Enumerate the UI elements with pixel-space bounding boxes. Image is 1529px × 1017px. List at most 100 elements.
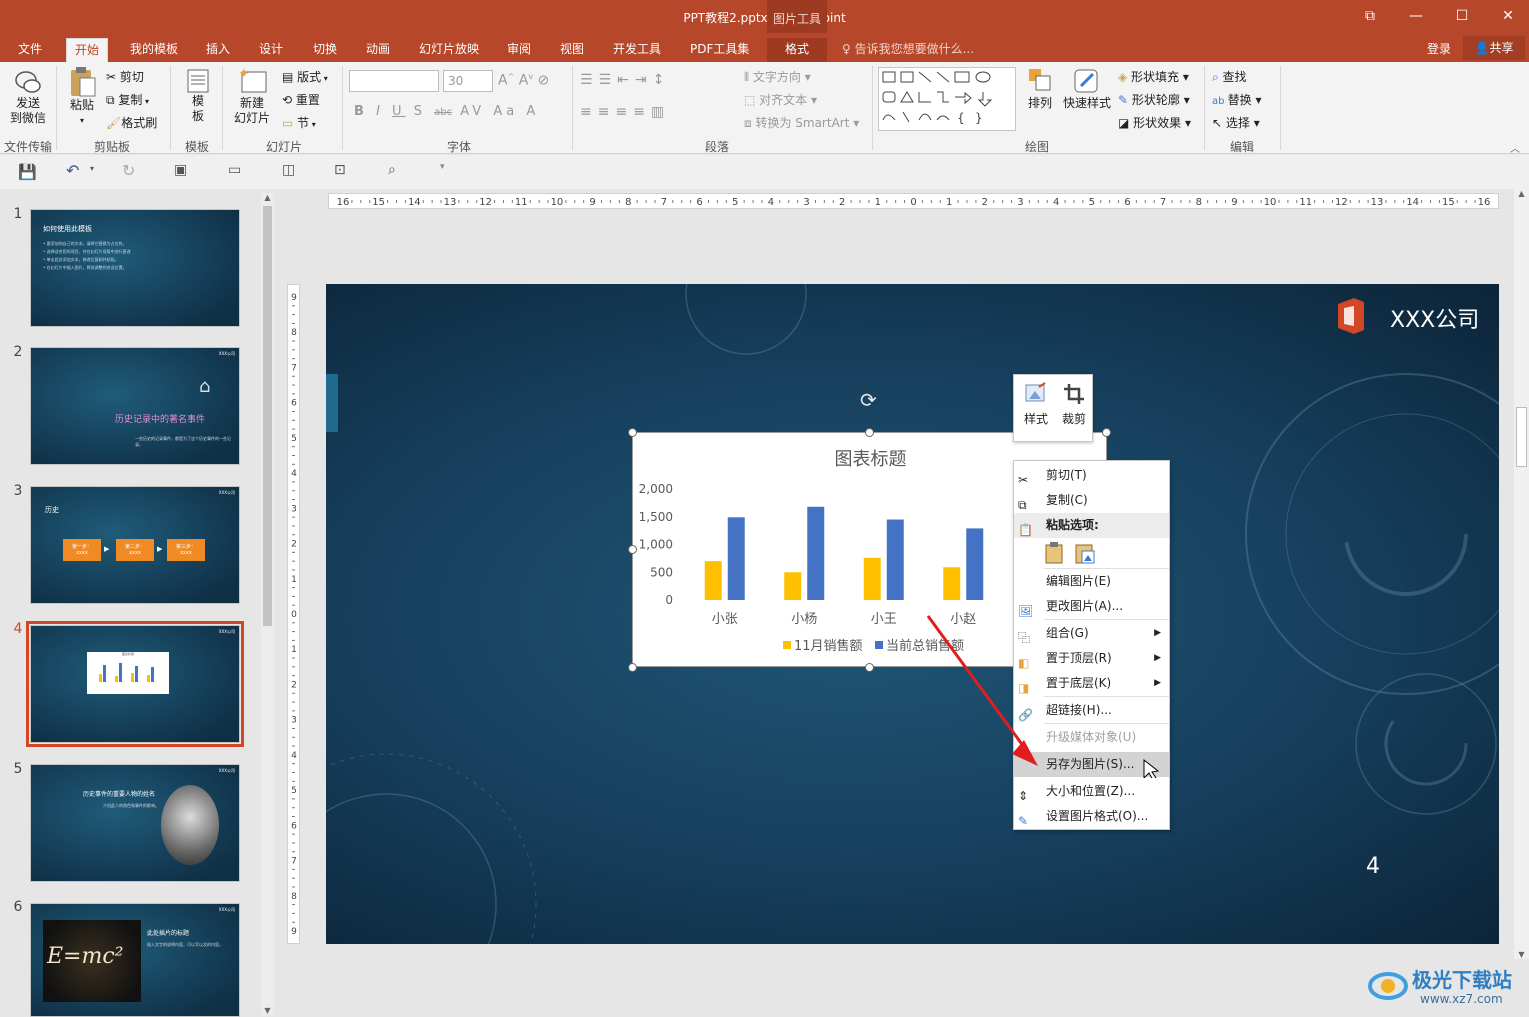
format-painter-button[interactable]: 🖌格式刷 [106,114,157,131]
shape-outline-button[interactable]: ✎ 形状轮廓 ▾ [1118,91,1190,108]
find-button[interactable]: ⌕ 查找 [1212,68,1247,85]
tell-me-box[interactable]: ♀ 告诉我您想要做什么... [842,38,974,60]
menu-item-cut[interactable]: ✂ 剪切(T) [1014,463,1169,488]
print-preview-icon[interactable]: ⌕ [388,162,396,178]
change-case-button[interactable]: Aa [493,104,518,119]
resize-handle[interactable] [865,663,874,672]
slide-thumbnail-4[interactable]: XXX公司 图表标题 [26,621,244,747]
share-button[interactable]: 👤共享 [1463,36,1525,60]
tab-home[interactable]: 开始 [66,38,109,62]
shadow-button[interactable]: S [414,104,426,119]
redo-icon[interactable]: ↻ [122,161,135,180]
text-direction-button[interactable]: ⫴ 文字方向 ▾ [744,68,811,85]
slide-thumbnail-1[interactable]: 如何使用此模板 • 要添加你自己的文本，请将它替换为占位符。 • 选择适合您的项… [30,209,240,327]
strikethrough-button[interactable]: abc [434,107,452,118]
menu-item-edit-picture[interactable]: 编辑图片(E) [1014,569,1169,594]
save-icon[interactable]: 💾 [18,163,37,181]
bold-button[interactable]: B [354,104,368,119]
slideshow-icon[interactable]: ⊡ [334,162,346,178]
present-icon[interactable]: ◫ [282,162,295,178]
resize-handle[interactable] [628,545,637,554]
tab-design[interactable]: 设计 [251,38,291,62]
slide-thumbnail-3[interactable]: XXX公司 历史 第一步： xxxx 第二步： xxxx 第三步： xxxx ▶ ▶ [30,486,240,604]
arrange-button[interactable]: 排列 [1022,66,1058,111]
align-text-button[interactable]: ⬚ 对齐文本 ▾ [744,91,817,108]
minimize-button[interactable]: — [1393,0,1439,33]
tab-pdf-tools[interactable]: PDF工具集 [682,38,757,62]
replace-button[interactable]: ab 替换 ▾ [1212,91,1262,108]
tab-review[interactable]: 审阅 [499,38,539,62]
layout-button[interactable]: ▤ 版式 ▾ [282,68,328,85]
slide-thumbnail-5[interactable]: XXX公司 历史事件的重要人物的姓名 介绍此人的角色和事件的影响。 [30,764,240,882]
customize-qat-icon[interactable]: ▾ [440,162,445,172]
tab-developer[interactable]: 开发工具 [605,38,669,62]
line-spacing-icon[interactable]: ↕ [653,72,671,88]
char-spacing-button[interactable]: AV [460,104,485,119]
new-slide-button[interactable]: ✦ 新建 幻灯片 [228,66,276,126]
tab-slideshow[interactable]: 幻灯片放映 [411,38,487,62]
align-center-icon[interactable]: ≡ [598,104,616,120]
tab-transitions[interactable]: 切换 [305,38,345,62]
send-to-wechat-button[interactable]: 发送 到微信 [6,68,50,126]
resize-handle[interactable] [628,663,637,672]
thumbnail-scrollbar[interactable]: ▲ ▼ [261,193,274,1015]
maximize-button[interactable]: ☐ [1439,0,1485,33]
tab-insert[interactable]: 插入 [198,38,238,62]
paste-button[interactable]: 粘贴 ▾ [62,66,102,128]
bullets-icon[interactable]: ☰ [580,72,599,88]
scroll-thumb[interactable] [263,206,272,626]
font-style-buttons[interactable]: B I U S abc AV Aa A [354,104,539,119]
ribbon-display-options-button[interactable]: ⧉ [1347,0,1393,33]
align-right-icon[interactable]: ≡ [615,104,633,120]
login-link[interactable]: 登录 [1427,38,1451,60]
chevron-down-icon[interactable]: ▾ [90,164,94,173]
scroll-up-icon[interactable]: ▲ [261,193,274,202]
collapse-ribbon-icon[interactable]: ︿ [1510,140,1520,155]
font-size-field[interactable]: 30 [443,70,493,92]
menu-item-size-position[interactable]: ⇕ 大小和位置(Z)... [1014,779,1169,804]
justify-icon[interactable]: ≡ [633,104,651,120]
cut-button[interactable]: ✂ 剪切 [106,68,144,85]
font-name-field[interactable] [349,70,439,92]
paste-option-picture[interactable] [1074,541,1096,568]
columns-icon[interactable]: ▥ [651,104,670,120]
tab-animations[interactable]: 动画 [358,38,398,62]
scroll-down-icon[interactable]: ▼ [261,1006,274,1015]
scroll-thumb[interactable] [1516,407,1527,467]
resize-handle[interactable] [628,428,637,437]
quick-styles-button[interactable]: 快速样式 [1060,66,1114,111]
menu-item-format-picture[interactable]: ✎ 设置图片格式(O)... [1014,804,1169,829]
tab-format[interactable]: 格式 [767,38,827,62]
italic-button[interactable]: I [376,104,384,119]
shape-fill-button[interactable]: ◈ 形状填充 ▾ [1118,68,1189,85]
copy-button[interactable]: ⧉ 复制 ▾ [106,91,149,108]
font-color-button[interactable]: A [526,104,539,119]
scroll-up-icon[interactable]: ▲ [1514,189,1529,198]
start-slideshow-icon[interactable]: ▣ [174,162,187,178]
shape-effects-button[interactable]: ◪ 形状效果 ▾ [1118,114,1191,131]
tab-my-templates[interactable]: 我的模板 [122,38,186,62]
align-buttons[interactable]: ≡≡≡≡▥ [580,104,670,120]
rotate-handle-icon[interactable]: ⟳ [860,388,877,412]
numbering-icon[interactable]: ☰ [599,72,618,88]
indent-icon[interactable]: ⇤⇥ [617,72,652,88]
grow-font-button[interactable]: A^ Av ⊘ [498,72,549,89]
reset-button[interactable]: ⟲ 重置 [282,91,320,108]
paste-option-use-destination[interactable] [1044,541,1066,568]
section-button[interactable]: ▭ 节 ▾ [282,114,316,131]
scroll-down-icon[interactable]: ▼ [1514,950,1529,959]
select-button[interactable]: ↖ 选择 ▾ [1212,114,1260,131]
list-buttons[interactable]: ☰☰⇤⇥↕ [580,72,670,88]
textbox-icon[interactable]: ▭ [228,162,241,178]
template-button[interactable]: 模 板 [180,68,216,124]
tab-file[interactable]: 文件 [10,38,50,62]
style-button[interactable]: 样式 [1020,381,1052,427]
shapes-gallery[interactable]: {} [878,67,1016,131]
resize-handle[interactable] [1102,428,1111,437]
tab-view[interactable]: 视图 [552,38,592,62]
close-button[interactable]: ✕ [1485,0,1529,33]
resize-handle[interactable] [865,428,874,437]
crop-button[interactable]: 裁剪 [1058,381,1090,427]
smartart-button[interactable]: ⧈ 转换为 SmartArt ▾ [744,114,859,131]
underline-button[interactable]: U [392,104,406,119]
